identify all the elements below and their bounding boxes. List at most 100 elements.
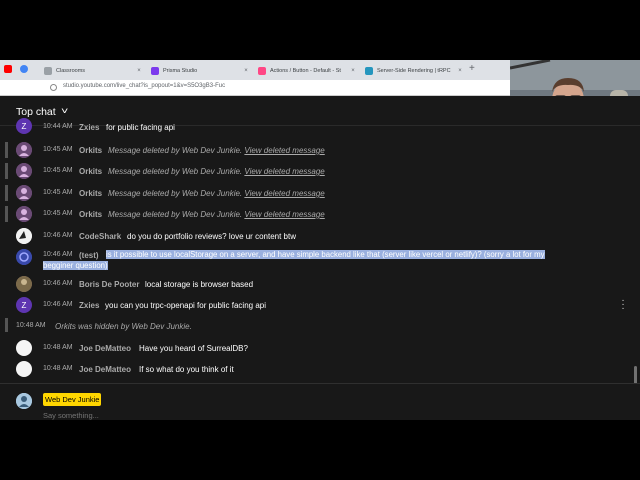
author-name[interactable]: Joe DeMatteo — [79, 365, 131, 374]
deleted-notice: Message deleted by Web Dev Junkie. — [108, 210, 243, 219]
author-name[interactable]: Boris De Pooter — [79, 280, 139, 289]
timestamp: 10:45 AM — [43, 189, 73, 196]
close-tab-icon[interactable]: × — [455, 68, 465, 74]
message-text: do you do portfolio reviews? love ur con… — [127, 232, 296, 241]
chat-message: 10:46 AM CodeShark do you do portfolio r… — [0, 228, 640, 244]
avatar[interactable] — [16, 361, 32, 377]
close-tab-icon[interactable]: × — [241, 68, 251, 74]
message-text: you can you trpc-openapi for public faci… — [105, 301, 266, 310]
my-avatar — [16, 393, 32, 409]
close-tab-icon[interactable]: × — [348, 68, 358, 74]
moderation-marker — [5, 163, 8, 179]
chat-message: 10:46 AM (test) is it possible to use lo… — [0, 249, 640, 273]
chat-message-input[interactable] — [43, 411, 613, 420]
message-text-continued: begginer question) — [43, 261, 108, 270]
chat-message-deleted: 10:45 AM Orkits Message deleted by Web D… — [0, 185, 640, 201]
tab-storybook[interactable]: Actions / Button - Default - St × — [252, 62, 358, 80]
tab-prisma-studio[interactable]: Prisma Studio × — [145, 62, 251, 80]
timestamp: 10:46 AM — [43, 301, 73, 308]
timestamp: 10:44 AM — [43, 123, 73, 130]
tab-title: Server-Side Rendering | tRPC — [377, 68, 451, 74]
screen: { "browser": { "tabs": [ {"title": "Clas… — [0, 0, 640, 480]
deleted-message: Message deleted by Web Dev Junkie. View … — [108, 189, 325, 198]
avatar[interactable]: Z — [16, 118, 32, 134]
timestamp: 10:46 AM — [43, 280, 73, 287]
author-name[interactable]: Orkits — [79, 146, 102, 155]
chat-input-area: Web Dev Junkie — [0, 383, 640, 420]
close-tab-icon[interactable]: × — [134, 68, 144, 74]
chat-message-deleted: 10:45 AM Orkits Message deleted by Web D… — [0, 206, 640, 222]
deleted-notice: Message deleted by Web Dev Junkie. — [108, 189, 243, 198]
timestamp: 10:46 AM — [43, 251, 73, 258]
message-text: Have you heard of SurrealDB? — [139, 344, 248, 353]
tab-trpc[interactable]: Server-Side Rendering | tRPC × — [359, 62, 465, 80]
avatar[interactable] — [16, 228, 32, 244]
author-name[interactable]: Orkits — [79, 189, 102, 198]
classrooms-favicon-icon — [44, 67, 52, 75]
moderation-notice: 10:48 AM Orkits was hidden by Web Dev Ju… — [0, 318, 640, 334]
chat-message: 10:46 AM Boris De Pooter local storage i… — [0, 276, 640, 292]
avatar[interactable] — [16, 163, 32, 179]
timestamp: 10:48 AM — [43, 365, 73, 372]
avatar[interactable] — [16, 142, 32, 158]
timestamp: 10:45 AM — [43, 146, 73, 153]
avatar[interactable] — [16, 249, 32, 265]
more-options-icon[interactable]: · · · — [620, 296, 626, 314]
browser-tab-strip: Classrooms × Prisma Studio × Actions / B… — [0, 60, 510, 80]
author-name[interactable]: Joe DeMatteo — [79, 344, 131, 353]
new-tab-button[interactable]: + — [469, 64, 475, 74]
chat-message: 10:48 AM Joe DeMatteo If so what do you … — [0, 361, 640, 377]
chat-message-deleted: 10:45 AM Orkits Message deleted by Web D… — [0, 163, 640, 179]
url-text[interactable]: studio.youtube.com/live_chat?is_popout=1… — [63, 83, 225, 89]
trpc-favicon-icon — [365, 67, 373, 75]
message-text: If so what do you think of it — [139, 365, 234, 374]
youtube-pinned-tab-icon[interactable] — [4, 65, 12, 73]
pinned-tabs — [4, 65, 28, 73]
message-text: for public facing api — [106, 123, 175, 132]
author-name[interactable]: (test) — [79, 251, 99, 260]
message-text: local storage is browser based — [145, 280, 254, 289]
author-name[interactable]: Zxies — [79, 123, 99, 132]
author-name[interactable]: Orkits — [79, 210, 102, 219]
storybook-favicon-icon — [258, 67, 266, 75]
moderation-marker — [5, 185, 8, 201]
chevron-down-icon[interactable]: ˅ — [61, 106, 68, 116]
tab-classrooms[interactable]: Classrooms × — [38, 62, 144, 80]
site-info-icon[interactable] — [50, 84, 57, 91]
avatar[interactable] — [16, 340, 32, 356]
avatar[interactable] — [16, 276, 32, 292]
shark-avatar-icon — [16, 228, 32, 244]
author-name[interactable]: CodeShark — [79, 232, 121, 241]
timestamp: 10:48 AM — [43, 344, 73, 351]
pinned-tab-icon[interactable] — [20, 65, 28, 73]
moderation-marker — [5, 206, 8, 222]
avatar-image-icon — [16, 163, 32, 179]
avatar[interactable]: Z — [16, 297, 32, 313]
address-bar[interactable]: studio.youtube.com/live_chat?is_popout=1… — [0, 80, 510, 96]
chat-mode-dropdown-label[interactable]: Top chat — [16, 106, 56, 118]
view-deleted-link[interactable]: View deleted message — [244, 167, 324, 176]
timestamp: 10:48 AM — [16, 322, 46, 329]
chat-message: 10:48 AM Joe DeMatteo Have you heard of … — [0, 340, 640, 356]
avatar[interactable] — [16, 185, 32, 201]
tab-title: Classrooms — [56, 68, 86, 74]
tab-title: Prisma Studio — [163, 68, 198, 74]
author-name[interactable]: Zxies — [79, 301, 99, 310]
avatar[interactable] — [16, 206, 32, 222]
deleted-notice: Message deleted by Web Dev Junkie. — [108, 146, 243, 155]
avatar-image-icon — [16, 142, 32, 158]
avatar-image-icon — [16, 276, 32, 292]
author-name[interactable]: Orkits — [79, 167, 102, 176]
deleted-notice: Message deleted by Web Dev Junkie. — [108, 167, 243, 176]
view-deleted-link[interactable]: View deleted message — [244, 146, 324, 155]
moderation-marker — [5, 142, 8, 158]
chat-message: Z 10:46 AM Zxies you can you trpc-openap… — [0, 297, 640, 313]
moderation-marker — [5, 318, 8, 332]
timestamp: 10:45 AM — [43, 210, 73, 217]
view-deleted-link[interactable]: View deleted message — [244, 210, 324, 219]
chat-message-deleted: 10:45 AM Orkits Message deleted by Web D… — [0, 142, 640, 158]
avatar-image-icon — [16, 249, 32, 265]
live-chat-panel: Top chat ˅ Z 10:44 AM Zxies for public f… — [0, 96, 640, 420]
timestamp: 10:46 AM — [43, 232, 73, 239]
view-deleted-link[interactable]: View deleted message — [244, 189, 324, 198]
